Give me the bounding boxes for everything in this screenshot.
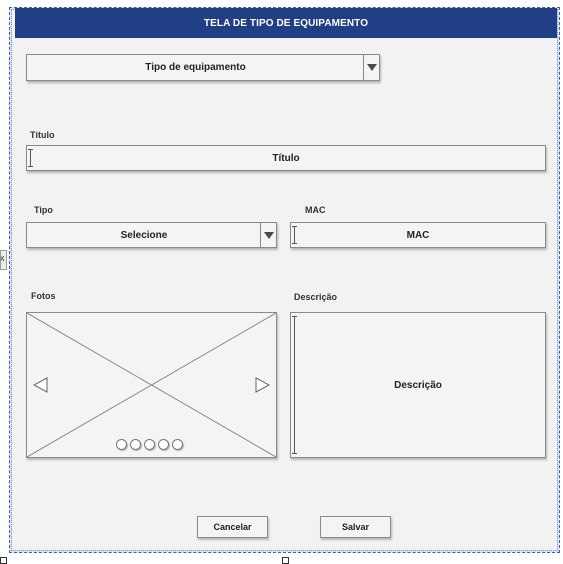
resize-handle-bottom-center[interactable] <box>282 557 289 564</box>
equipment-type-select-value: Tipo de equipamento <box>145 62 246 73</box>
save-button[interactable]: Salvar <box>320 516 391 538</box>
descricao-label: Descrição <box>294 292 338 302</box>
cancel-button[interactable]: Cancelar <box>197 516 268 538</box>
carousel-dot[interactable] <box>144 439 155 450</box>
text-cursor-icon <box>292 226 297 244</box>
tipo-select-value: Selecione <box>120 229 168 241</box>
arrow-right-icon[interactable] <box>254 377 270 393</box>
tipo-label: Tipo <box>34 205 53 215</box>
carousel-dot[interactable] <box>130 439 141 450</box>
chevron-down-icon <box>366 64 377 71</box>
chevron-down-icon <box>263 231 274 239</box>
dialog-frame <box>9 7 560 553</box>
image-placeholder-icon <box>27 313 276 457</box>
titulo-placeholder: Título <box>272 152 300 164</box>
carousel-dot[interactable] <box>116 439 127 450</box>
arrow-left-icon[interactable] <box>33 377 49 393</box>
carousel-dot[interactable] <box>172 439 183 450</box>
dropdown-button[interactable] <box>363 55 379 80</box>
text-cursor-icon <box>292 316 297 454</box>
text-cursor-icon <box>28 149 33 167</box>
equipment-type-select[interactable]: Tipo de equipamento <box>26 54 380 81</box>
descricao-placeholder: Descrição <box>394 379 442 391</box>
dropdown-button[interactable] <box>260 223 276 247</box>
mac-placeholder: MAC <box>406 229 430 241</box>
photo-carousel[interactable] <box>26 312 277 458</box>
resize-handle-bottom-left[interactable] <box>0 557 7 564</box>
resize-handle-left[interactable]: x <box>0 250 7 270</box>
fotos-label: Fotos <box>31 291 56 301</box>
titulo-label: Título <box>30 130 55 140</box>
carousel-dot[interactable] <box>158 439 169 450</box>
window-title: TELA DE TIPO DE EQUIPAMENTO <box>15 8 557 38</box>
descricao-textarea[interactable]: Descrição <box>290 312 546 458</box>
mac-label: MAC <box>305 205 326 215</box>
tipo-select[interactable]: Selecione <box>26 222 277 248</box>
titulo-input[interactable]: Título <box>26 145 546 171</box>
mac-input[interactable]: MAC <box>290 222 546 248</box>
